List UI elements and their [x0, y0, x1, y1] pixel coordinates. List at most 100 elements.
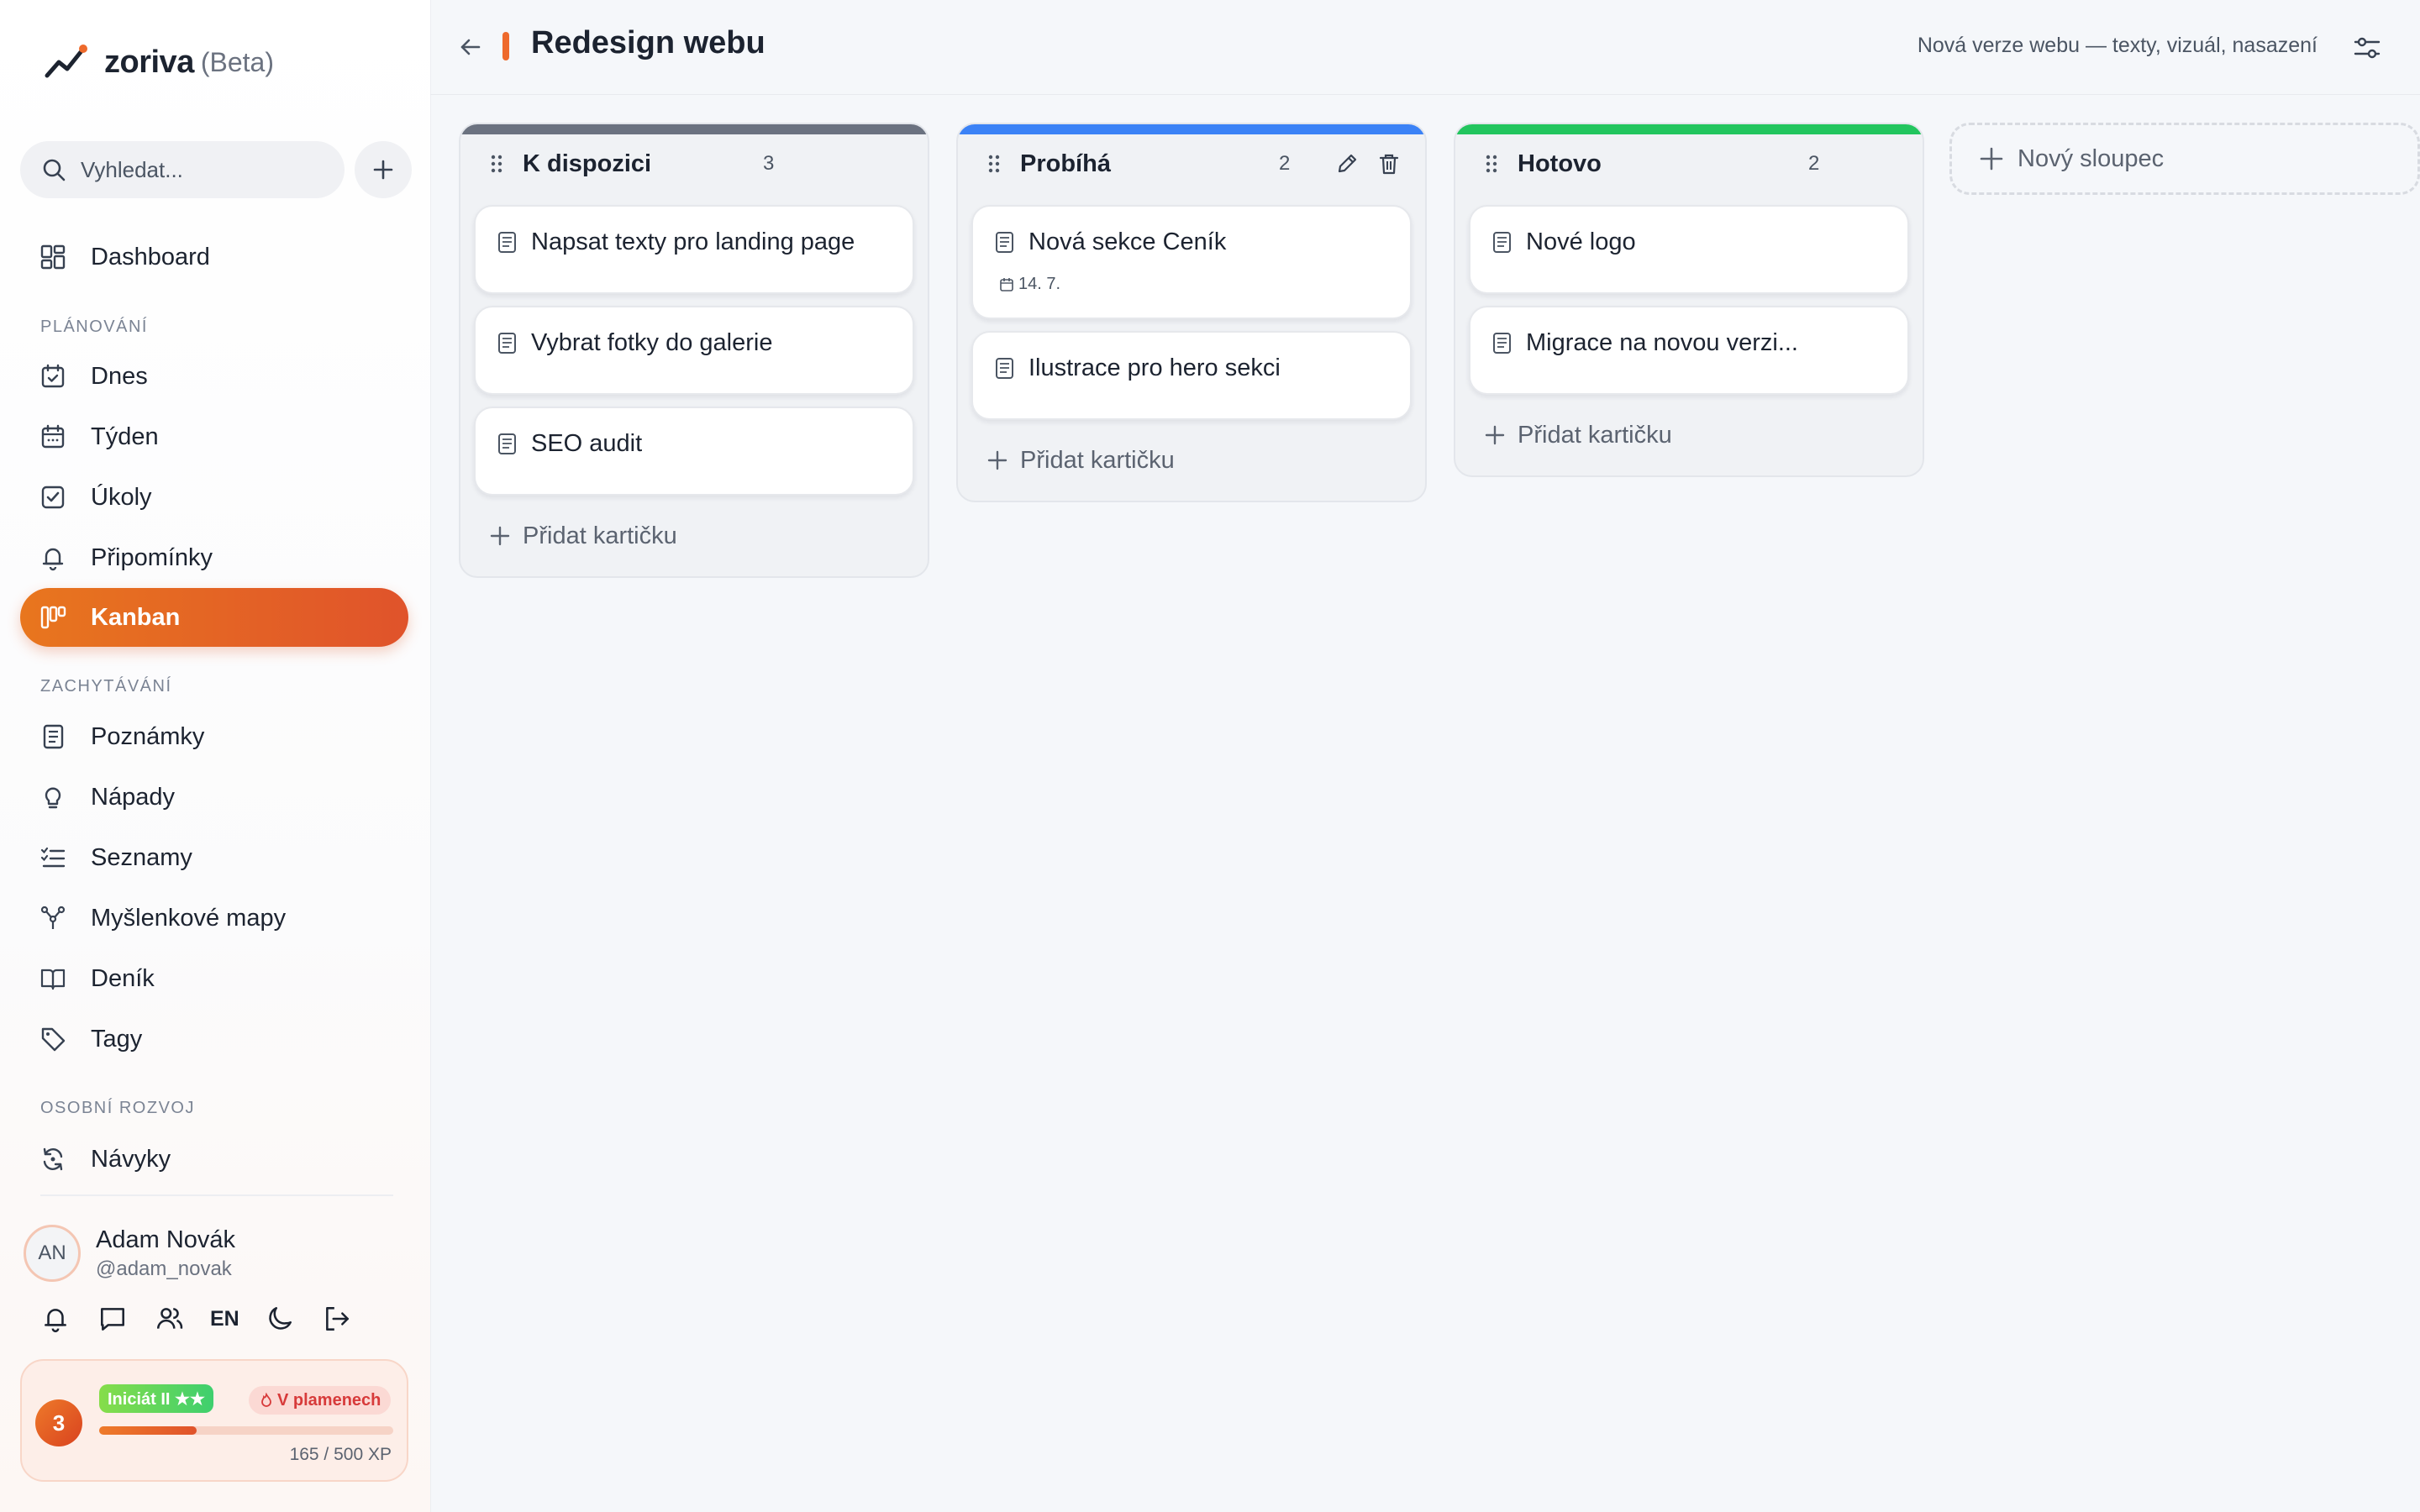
user-toolbar: EN — [39, 1302, 377, 1336]
sidebar-item-week[interactable]: Týden — [20, 407, 408, 466]
sidebar-item-label: Týden — [91, 423, 159, 450]
sidebar-item-dashboard[interactable]: Dashboard — [20, 228, 408, 286]
note-icon — [1493, 333, 1511, 354]
search-input[interactable]: Vyhledat... — [20, 141, 345, 198]
kanban-card[interactable]: Vybrat fotky do galerie — [474, 306, 914, 395]
sidebar-item-label: Poznámky — [91, 722, 205, 750]
mindmap-icon — [40, 906, 66, 929]
new-column-button[interactable]: Nový sloupec — [1949, 123, 2420, 195]
edit-pencil-icon[interactable] — [1334, 151, 1360, 176]
sidebar-item-today[interactable]: Dnes — [20, 347, 408, 406]
column-count: 2 — [1279, 152, 1291, 175]
sidebar-item-mindmaps[interactable]: Myšlenkové mapy — [20, 889, 408, 948]
tag-icon — [41, 1027, 66, 1052]
app-logo[interactable]: zoriva (Beta) — [40, 37, 274, 87]
add-card-button[interactable]: Přidat kartičku — [1455, 395, 1923, 475]
app-name: zoriva — [104, 44, 194, 80]
kanban-column[interactable]: K dispozici 3 Napsat texty pro landing pag… — [459, 123, 929, 578]
section-heading-growth: OSOBNÍ ROZVOJ — [40, 1099, 195, 1117]
lightbulb-icon — [45, 787, 61, 809]
drag-handle-icon[interactable] — [981, 151, 1007, 176]
header-divider — [430, 94, 2420, 95]
streak-badge: V plamenech — [249, 1386, 392, 1415]
kanban-card[interactable]: Migrace na novou verzi... — [1469, 306, 1909, 395]
kanban-card[interactable]: Napsat texty pro landing page — [474, 205, 914, 294]
notebook-icon — [43, 724, 64, 749]
new-column-label: Nový sloupec — [2018, 144, 2165, 172]
drag-handle-icon[interactable] — [484, 151, 509, 176]
column-header: Hotovo 2 — [1455, 134, 1923, 193]
add-card-button[interactable]: Přidat kartičku — [460, 496, 928, 576]
kanban-column[interactable]: Probíhá 2 Nová sekce Ceník 14. 7. Ilustrace … — [956, 123, 1427, 502]
language-toggle[interactable]: EN — [210, 1307, 239, 1331]
theme-toggle-button[interactable] — [263, 1302, 297, 1336]
sidebar-item-label: Připomínky — [91, 543, 213, 571]
sidebar-item-label: Myšlenkové mapy — [91, 904, 287, 932]
sidebar-item-label: Návyky — [91, 1145, 171, 1173]
kanban-card[interactable]: Nová sekce Ceník 14. 7. — [971, 205, 1412, 319]
xp-progress-card[interactable]: 3 Iniciát II ★★ V plamenech 165 / 500 XP — [20, 1359, 408, 1482]
column-color-strip — [958, 124, 1425, 134]
column-actions — [1318, 151, 1402, 176]
back-arrow-icon[interactable] — [454, 30, 487, 64]
chat-icon — [101, 1308, 124, 1331]
sidebar-item-notes[interactable]: Poznámky — [20, 707, 408, 766]
habit-refresh-icon — [43, 1147, 63, 1171]
sidebar-item-lists[interactable]: Seznamy — [20, 828, 408, 887]
friends-button[interactable] — [153, 1302, 187, 1336]
kanban-card[interactable]: SEO audit — [474, 407, 914, 496]
quick-add-button[interactable] — [355, 141, 412, 198]
sidebar-item-label: Dashboard — [91, 243, 210, 270]
card-title: Nová sekce Ceník — [1028, 228, 1227, 255]
plus-icon — [1980, 147, 2003, 171]
messages-button[interactable] — [96, 1302, 129, 1336]
card-title: Migrace na novou verzi... — [1526, 329, 1798, 356]
logout-button[interactable] — [320, 1302, 354, 1336]
sliders-icon[interactable] — [2351, 32, 2383, 64]
sidebar-item-habits[interactable]: Návyky — [20, 1130, 408, 1189]
column-title: K dispozici — [523, 150, 652, 177]
add-card-label: Přidat kartičku — [1518, 421, 1672, 449]
xp-text: 165 / 500 XP — [289, 1445, 392, 1464]
bell-icon — [42, 548, 64, 571]
trend-logo-icon — [45, 45, 87, 78]
calendar-check-icon — [41, 364, 65, 388]
user-profile[interactable]: AN Adam Novák @adam_novak — [24, 1225, 235, 1282]
card-title: Ilustrace pro hero sekci — [1028, 354, 1281, 381]
drag-handle-icon[interactable] — [1479, 151, 1504, 176]
column-title: Probíhá — [1020, 150, 1111, 177]
search-placeholder: Vyhledat... — [81, 156, 183, 182]
plus-icon — [490, 526, 510, 546]
xp-progress-fill — [99, 1426, 197, 1435]
bell-icon — [45, 1309, 66, 1333]
sidebar-item-label: Nápady — [91, 783, 175, 811]
sidebar-item-label: Seznamy — [91, 843, 192, 871]
kanban-card[interactable]: Nové logo — [1469, 205, 1909, 294]
trash-icon[interactable] — [1376, 151, 1402, 176]
level-badge: 3 — [35, 1399, 82, 1446]
streak-badge-label: V plamenech — [277, 1390, 381, 1410]
kanban-column[interactable]: Hotovo 2 Nové logo Migrace na novou verzi..… — [1454, 123, 1924, 477]
logout-icon — [325, 1307, 349, 1331]
note-icon — [498, 433, 516, 454]
rank-badge: Iniciát II ★★ — [99, 1384, 213, 1413]
calendar-icon — [41, 424, 65, 449]
sidebar-item-tasks[interactable]: Úkoly — [20, 468, 408, 527]
column-title: Hotovo — [1518, 150, 1602, 177]
kanban-card[interactable]: Ilustrace pro hero sekci — [971, 331, 1412, 420]
sidebar-item-tags[interactable]: Tagy — [20, 1010, 408, 1068]
sidebar-item-kanban[interactable]: Kanban — [20, 588, 408, 647]
sidebar-divider — [40, 1194, 393, 1196]
card-title: SEO audit — [531, 430, 643, 457]
board-accent-bar — [502, 32, 509, 60]
section-heading-capture: ZACHYTÁVÁNÍ — [40, 677, 172, 696]
notifications-button[interactable] — [39, 1302, 72, 1336]
users-icon — [156, 1308, 183, 1329]
sidebar-item-ideas[interactable]: Nápady — [20, 768, 408, 827]
checklist-icon — [40, 847, 66, 868]
board-description: Nová verze webu — texty, vizuál, nasazen… — [1917, 34, 2317, 57]
app-beta-tag: (Beta) — [200, 46, 274, 77]
add-card-button[interactable]: Přidat kartičku — [958, 420, 1425, 501]
sidebar-item-reminders[interactable]: Připomínky — [20, 528, 408, 587]
sidebar-item-journal[interactable]: Deník — [20, 949, 408, 1008]
